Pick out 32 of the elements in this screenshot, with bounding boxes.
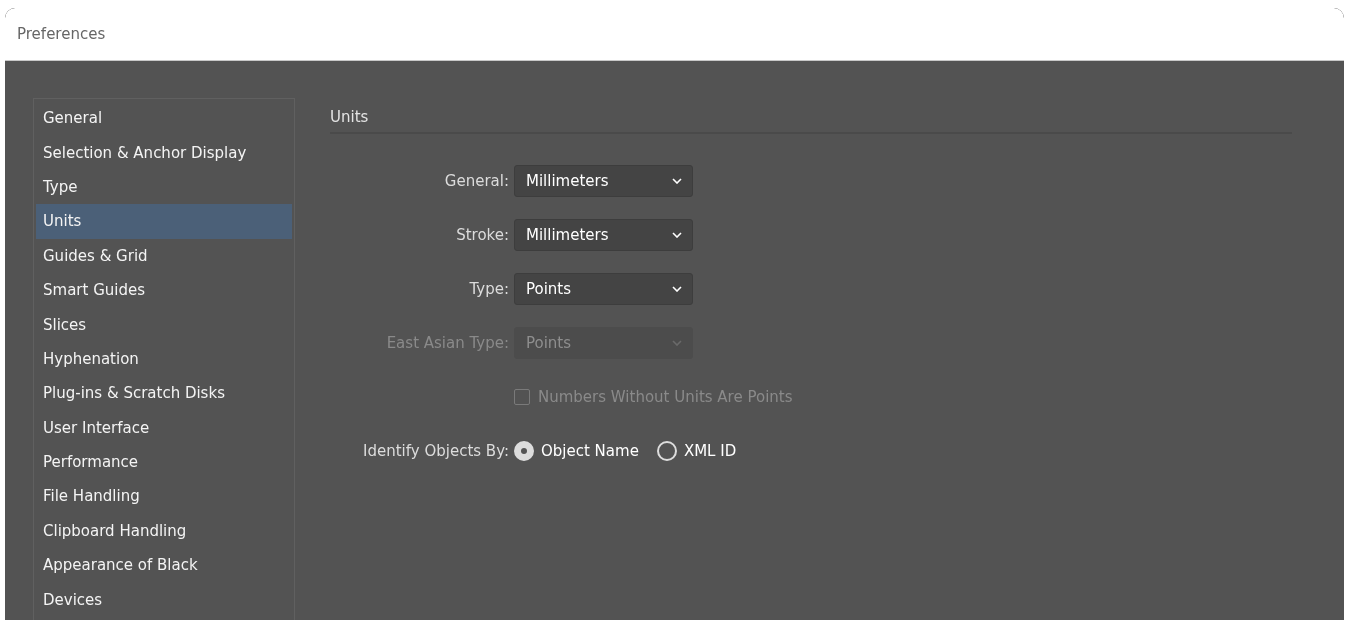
category-item[interactable]: User Interface [36, 410, 292, 445]
category-item[interactable]: Smart Guides [36, 272, 292, 308]
category-item[interactable]: Units [36, 204, 292, 239]
chevron-icon [672, 286, 682, 292]
section-title: Units [330, 108, 369, 126]
chevron-icon [672, 340, 682, 346]
units-dropdown[interactable]: Points [514, 273, 693, 305]
category-item[interactable]: Hyphenation [36, 341, 292, 377]
category-item[interactable]: Selection & Anchor Display [36, 135, 292, 170]
category-item[interactable]: General [36, 101, 292, 136]
chevron-icon [672, 232, 682, 238]
radio-group-label: Identify Objects By: [362, 442, 509, 460]
category-item[interactable]: Performance [36, 444, 292, 480]
chevron-icon [672, 178, 682, 184]
category-item[interactable]: Appearance of Black [36, 548, 292, 583]
category-item[interactable]: File Handling [36, 479, 292, 514]
category-item[interactable]: Plug-ins & Scratch Disks [36, 376, 292, 411]
radio-button[interactable] [514, 441, 534, 461]
category-item[interactable]: Devices [36, 582, 292, 617]
field-label: Type: [468, 280, 509, 298]
radio-option[interactable]: Object Name [514, 441, 639, 461]
units-dropdown[interactable]: Millimeters [514, 165, 693, 197]
category-item[interactable]: Slices [36, 307, 292, 342]
radio-option[interactable]: XML ID [656, 441, 737, 461]
field-label: Stroke: [455, 226, 509, 244]
category-item[interactable]: Clipboard Handling [36, 513, 292, 549]
units-dropdown[interactable]: Millimeters [514, 219, 693, 251]
field-label: General: [443, 172, 509, 190]
window-title: Preferences [17, 25, 106, 43]
category-item[interactable]: Type [36, 169, 292, 205]
radio-button[interactable] [656, 441, 677, 461]
category-item[interactable]: Guides & Grid [36, 238, 292, 273]
